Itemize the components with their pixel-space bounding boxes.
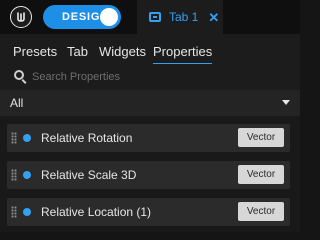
search-icon (14, 70, 24, 80)
list-item[interactable]: Relative Rotation Vector (7, 124, 290, 152)
search-input[interactable] (32, 68, 282, 86)
properties-list: Relative Rotation Vector Relative Scale … (0, 116, 300, 232)
filter-selected-value: All (10, 96, 24, 110)
toggle-knob (100, 8, 118, 26)
property-type-button[interactable]: Vector (238, 165, 284, 184)
document-tab[interactable]: Tab 1 ✕ (137, 0, 223, 34)
design-mode-toggle[interactable]: DESIGN (43, 5, 121, 29)
property-label: Relative Location (1) (41, 205, 152, 219)
close-icon[interactable]: ✕ (208, 11, 219, 24)
list-item[interactable]: Relative Location (1) Vector (7, 198, 290, 226)
property-dot-icon (23, 208, 31, 216)
list-item[interactable]: Relative Scale 3D Vector (7, 161, 290, 189)
tab-properties[interactable]: Properties (153, 44, 213, 65)
tab-title: Tab 1 (169, 10, 199, 24)
property-label: Relative Rotation (41, 131, 133, 145)
property-type-button[interactable]: Vector (238, 202, 284, 221)
unreal-logo-icon[interactable] (10, 6, 32, 28)
filter-dropdown[interactable]: All (0, 90, 300, 116)
top-bar: DESIGN Tab 1 ✕ (0, 0, 300, 34)
property-type-button[interactable]: Vector (238, 128, 284, 147)
drag-handle-icon[interactable] (11, 206, 17, 218)
drag-handle-icon[interactable] (11, 132, 17, 144)
tab-presets[interactable]: Presets (13, 44, 57, 59)
chevron-down-icon (282, 100, 290, 105)
drag-handle-icon[interactable] (11, 169, 17, 181)
tab-widgets[interactable]: Widgets (99, 44, 146, 59)
property-label: Relative Scale 3D (41, 168, 137, 182)
panel-tabs: Presets Tab Widgets Properties (0, 34, 300, 65)
property-dot-icon (23, 171, 31, 179)
property-dot-icon (23, 134, 31, 142)
search-bar (0, 64, 300, 90)
screen-icon (149, 12, 161, 22)
tab-tab[interactable]: Tab (67, 44, 88, 59)
